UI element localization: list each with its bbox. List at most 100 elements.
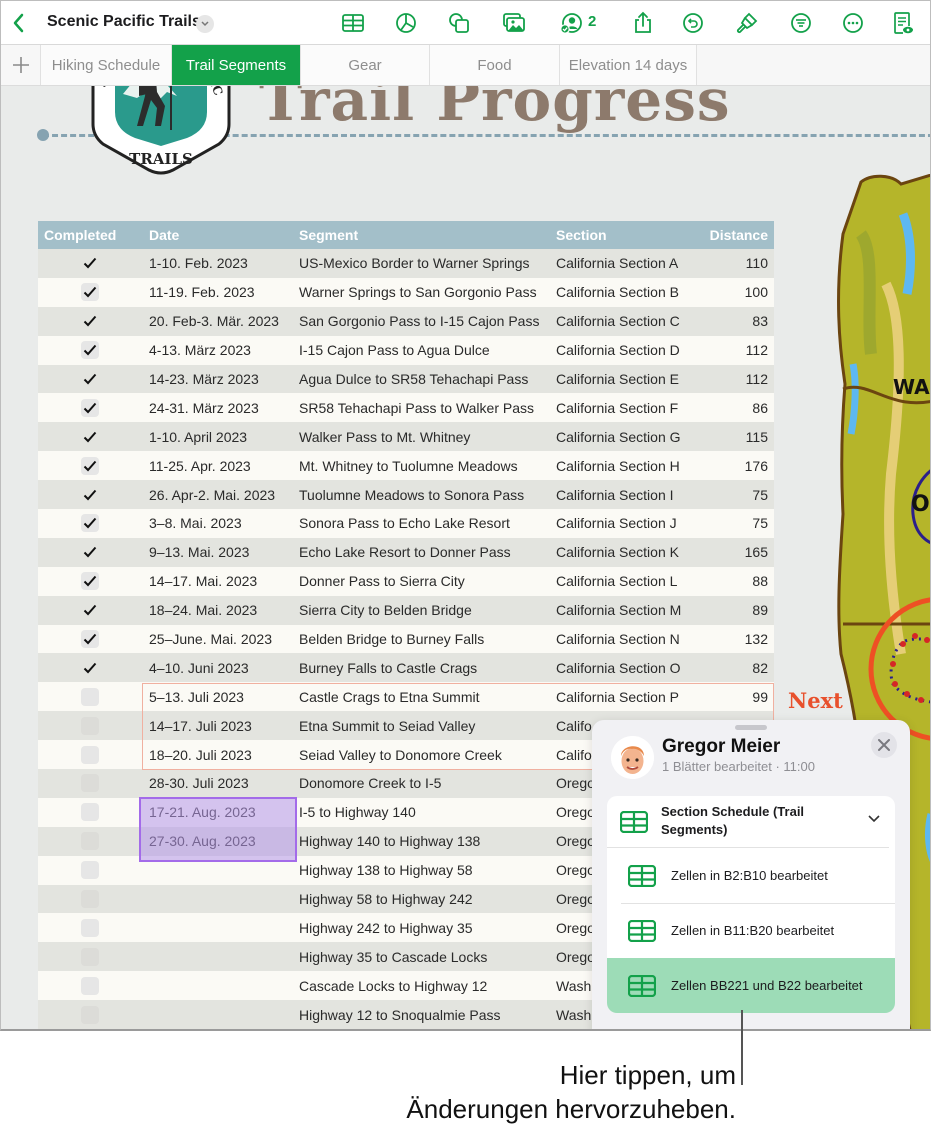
table-row[interactable]: 11-19. Feb. 2023 Warner Springs to San Go…	[38, 277, 774, 307]
completed-checkbox[interactable]	[81, 254, 99, 272]
filter-button[interactable]	[788, 11, 814, 35]
completed-checkbox[interactable]	[80, 283, 99, 302]
sheet-group-header[interactable]: Section Schedule (Trail Segments)	[607, 796, 889, 848]
completed-checkbox[interactable]	[80, 947, 99, 966]
cell-segment[interactable]: Highway 35 to Cascade Locks	[292, 949, 548, 965]
table-row[interactable]: 9–13. Mai. 2023 Echo Lake Resort to Donne…	[38, 537, 774, 567]
cell-section[interactable]: California Section B	[548, 284, 708, 300]
table-row[interactable]: 1-10. April 2023 Walker Pass to Mt. Whitn…	[38, 422, 774, 452]
cell-date[interactable]: 28-30. Juli 2023	[141, 775, 292, 791]
cell-date[interactable]: 26. Apr-2. Mai. 2023	[141, 487, 292, 503]
cell-date[interactable]: 20. Feb-3. Mär. 2023	[141, 313, 292, 329]
cell-distance[interactable]: 115	[708, 429, 774, 445]
cell-date[interactable]: 17-21. Aug. 2023	[141, 804, 292, 820]
cell-section[interactable]: California Section I	[548, 487, 708, 503]
cell-segment[interactable]: US-Mexico Border to Warner Springs	[292, 255, 548, 271]
cell-distance[interactable]: 75	[708, 487, 774, 503]
cell-section[interactable]: California Section D	[548, 342, 708, 358]
cell-section[interactable]: California Section H	[548, 458, 708, 474]
cell-date[interactable]: 25–June. Mai. 2023	[141, 631, 292, 647]
cell-section[interactable]: California Section J	[548, 515, 708, 531]
completed-checkbox[interactable]	[81, 543, 99, 561]
cell-segment[interactable]: Etna Summit to Seiad Valley	[292, 718, 548, 734]
cell-segment[interactable]: Donomore Creek to I-5	[292, 775, 548, 791]
table-row[interactable]: 4–10. Juni 2023 Burney Falls to Castle Cr…	[38, 653, 774, 683]
document-title[interactable]: Scenic Pacific Trails	[47, 13, 201, 31]
cell-date[interactable]: 24-31. März 2023	[141, 400, 292, 416]
completed-checkbox[interactable]	[80, 745, 99, 764]
completed-checkbox[interactable]	[80, 803, 99, 822]
table-row[interactable]: 5–13. Juli 2023 Castle Crags to Etna Summ…	[38, 682, 774, 712]
cell-section[interactable]: California Section N	[548, 631, 708, 647]
table-row[interactable]: 14–17. Mai. 2023 Donner Pass to Sierra Ci…	[38, 566, 774, 596]
completed-checkbox[interactable]	[80, 514, 99, 533]
cell-distance[interactable]: 99	[708, 689, 774, 705]
table-row[interactable]: 14-23. März 2023 Agua Dulce to SR58 Tehac…	[38, 364, 774, 394]
insert-media-button[interactable]	[501, 11, 527, 35]
completed-checkbox[interactable]	[80, 890, 99, 909]
cell-section[interactable]: California Section P	[548, 689, 708, 705]
completed-checkbox[interactable]	[80, 456, 99, 475]
cell-section[interactable]: California Section C	[548, 313, 708, 329]
cell-date[interactable]: 3–8. Mai. 2023	[141, 515, 292, 531]
cell-distance[interactable]: 83	[708, 313, 774, 329]
cell-date[interactable]: 18–20. Juli 2023	[141, 747, 292, 763]
cell-segment[interactable]: Highway 58 to Highway 242	[292, 891, 548, 907]
table-row[interactable]: 26. Apr-2. Mai. 2023 Tuolumne Meadows to …	[38, 480, 774, 510]
cell-segment[interactable]: Highway 242 to Highway 35	[292, 920, 548, 936]
cell-segment[interactable]: Seiad Valley to Donomore Creek	[292, 747, 548, 763]
completed-checkbox[interactable]	[80, 861, 99, 880]
cell-segment[interactable]: Sierra City to Belden Bridge	[292, 602, 548, 618]
cell-date[interactable]: 27-30. Aug. 2023	[141, 833, 292, 849]
close-button[interactable]	[871, 732, 897, 758]
table-row[interactable]: 25–June. Mai. 2023 Belden Bridge to Burne…	[38, 624, 774, 654]
cell-section[interactable]: California Section L	[548, 573, 708, 589]
cell-distance[interactable]: 176	[708, 458, 774, 474]
header-section[interactable]: Section	[548, 227, 708, 243]
completed-checkbox[interactable]	[81, 659, 99, 677]
cell-segment[interactable]: Cascade Locks to Highway 12	[292, 978, 548, 994]
tab-elevation-14-days[interactable]: Elevation 14 days	[560, 45, 697, 85]
cell-distance[interactable]: 75	[708, 515, 774, 531]
table-row[interactable]: 11-25. Apr. 2023 Mt. Whitney to Tuolumne …	[38, 451, 774, 481]
completed-checkbox[interactable]	[80, 687, 99, 706]
cell-section[interactable]: California Section K	[548, 544, 708, 560]
tab-gear[interactable]: Gear	[301, 45, 430, 85]
table-row[interactable]: 20. Feb-3. Mär. 2023 San Gorgonio Pass to…	[38, 306, 774, 336]
tab-food[interactable]: Food	[430, 45, 560, 85]
cell-segment[interactable]: Tuolumne Meadows to Sonora Pass	[292, 487, 548, 503]
cell-segment[interactable]: Warner Springs to San Gorgonio Pass	[292, 284, 548, 300]
cell-date[interactable]: 5–13. Juli 2023	[141, 689, 292, 705]
header-date[interactable]: Date	[141, 227, 292, 243]
add-sheet-button[interactable]	[1, 45, 41, 85]
cell-date[interactable]: 4-13. März 2023	[141, 342, 292, 358]
insert-chart-button[interactable]	[393, 11, 419, 35]
cell-segment[interactable]: Donner Pass to Sierra City	[292, 573, 548, 589]
completed-checkbox[interactable]	[81, 428, 99, 446]
cell-date[interactable]: 18–24. Mai. 2023	[141, 602, 292, 618]
insert-shape-button[interactable]	[446, 11, 472, 35]
cell-date[interactable]: 1-10. Feb. 2023	[141, 255, 292, 271]
cell-segment[interactable]: Walker Pass to Mt. Whitney	[292, 429, 548, 445]
cell-date[interactable]: 9–13. Mai. 2023	[141, 544, 292, 560]
completed-checkbox[interactable]	[80, 341, 99, 360]
header-segment[interactable]: Segment	[292, 227, 548, 243]
cell-section[interactable]: California Section F	[548, 400, 708, 416]
cell-segment[interactable]: Burney Falls to Castle Crags	[292, 660, 548, 676]
cell-segment[interactable]: SR58 Tehachapi Pass to Walker Pass	[292, 400, 548, 416]
cell-section[interactable]: California Section O	[548, 660, 708, 676]
change-item[interactable]: Zellen in B11:B20 bearbeitet	[607, 903, 895, 958]
cell-section[interactable]: California Section E	[548, 371, 708, 387]
header-distance[interactable]: Distance	[708, 227, 774, 243]
cell-section[interactable]: California Section G	[548, 429, 708, 445]
undo-button[interactable]	[680, 11, 706, 35]
completed-checkbox[interactable]	[81, 486, 99, 504]
cell-segment[interactable]: Mt. Whitney to Tuolumne Meadows	[292, 458, 548, 474]
tab-hiking-schedule[interactable]: Hiking Schedule	[41, 45, 172, 85]
completed-checkbox[interactable]	[81, 312, 99, 330]
back-button[interactable]	[11, 11, 27, 35]
completed-checkbox[interactable]	[80, 630, 99, 649]
change-item[interactable]: Zellen BB221 und B22 bearbeitet	[607, 958, 895, 1013]
cell-date[interactable]: 4–10. Juni 2023	[141, 660, 292, 676]
header-completed[interactable]: Completed	[38, 227, 141, 243]
